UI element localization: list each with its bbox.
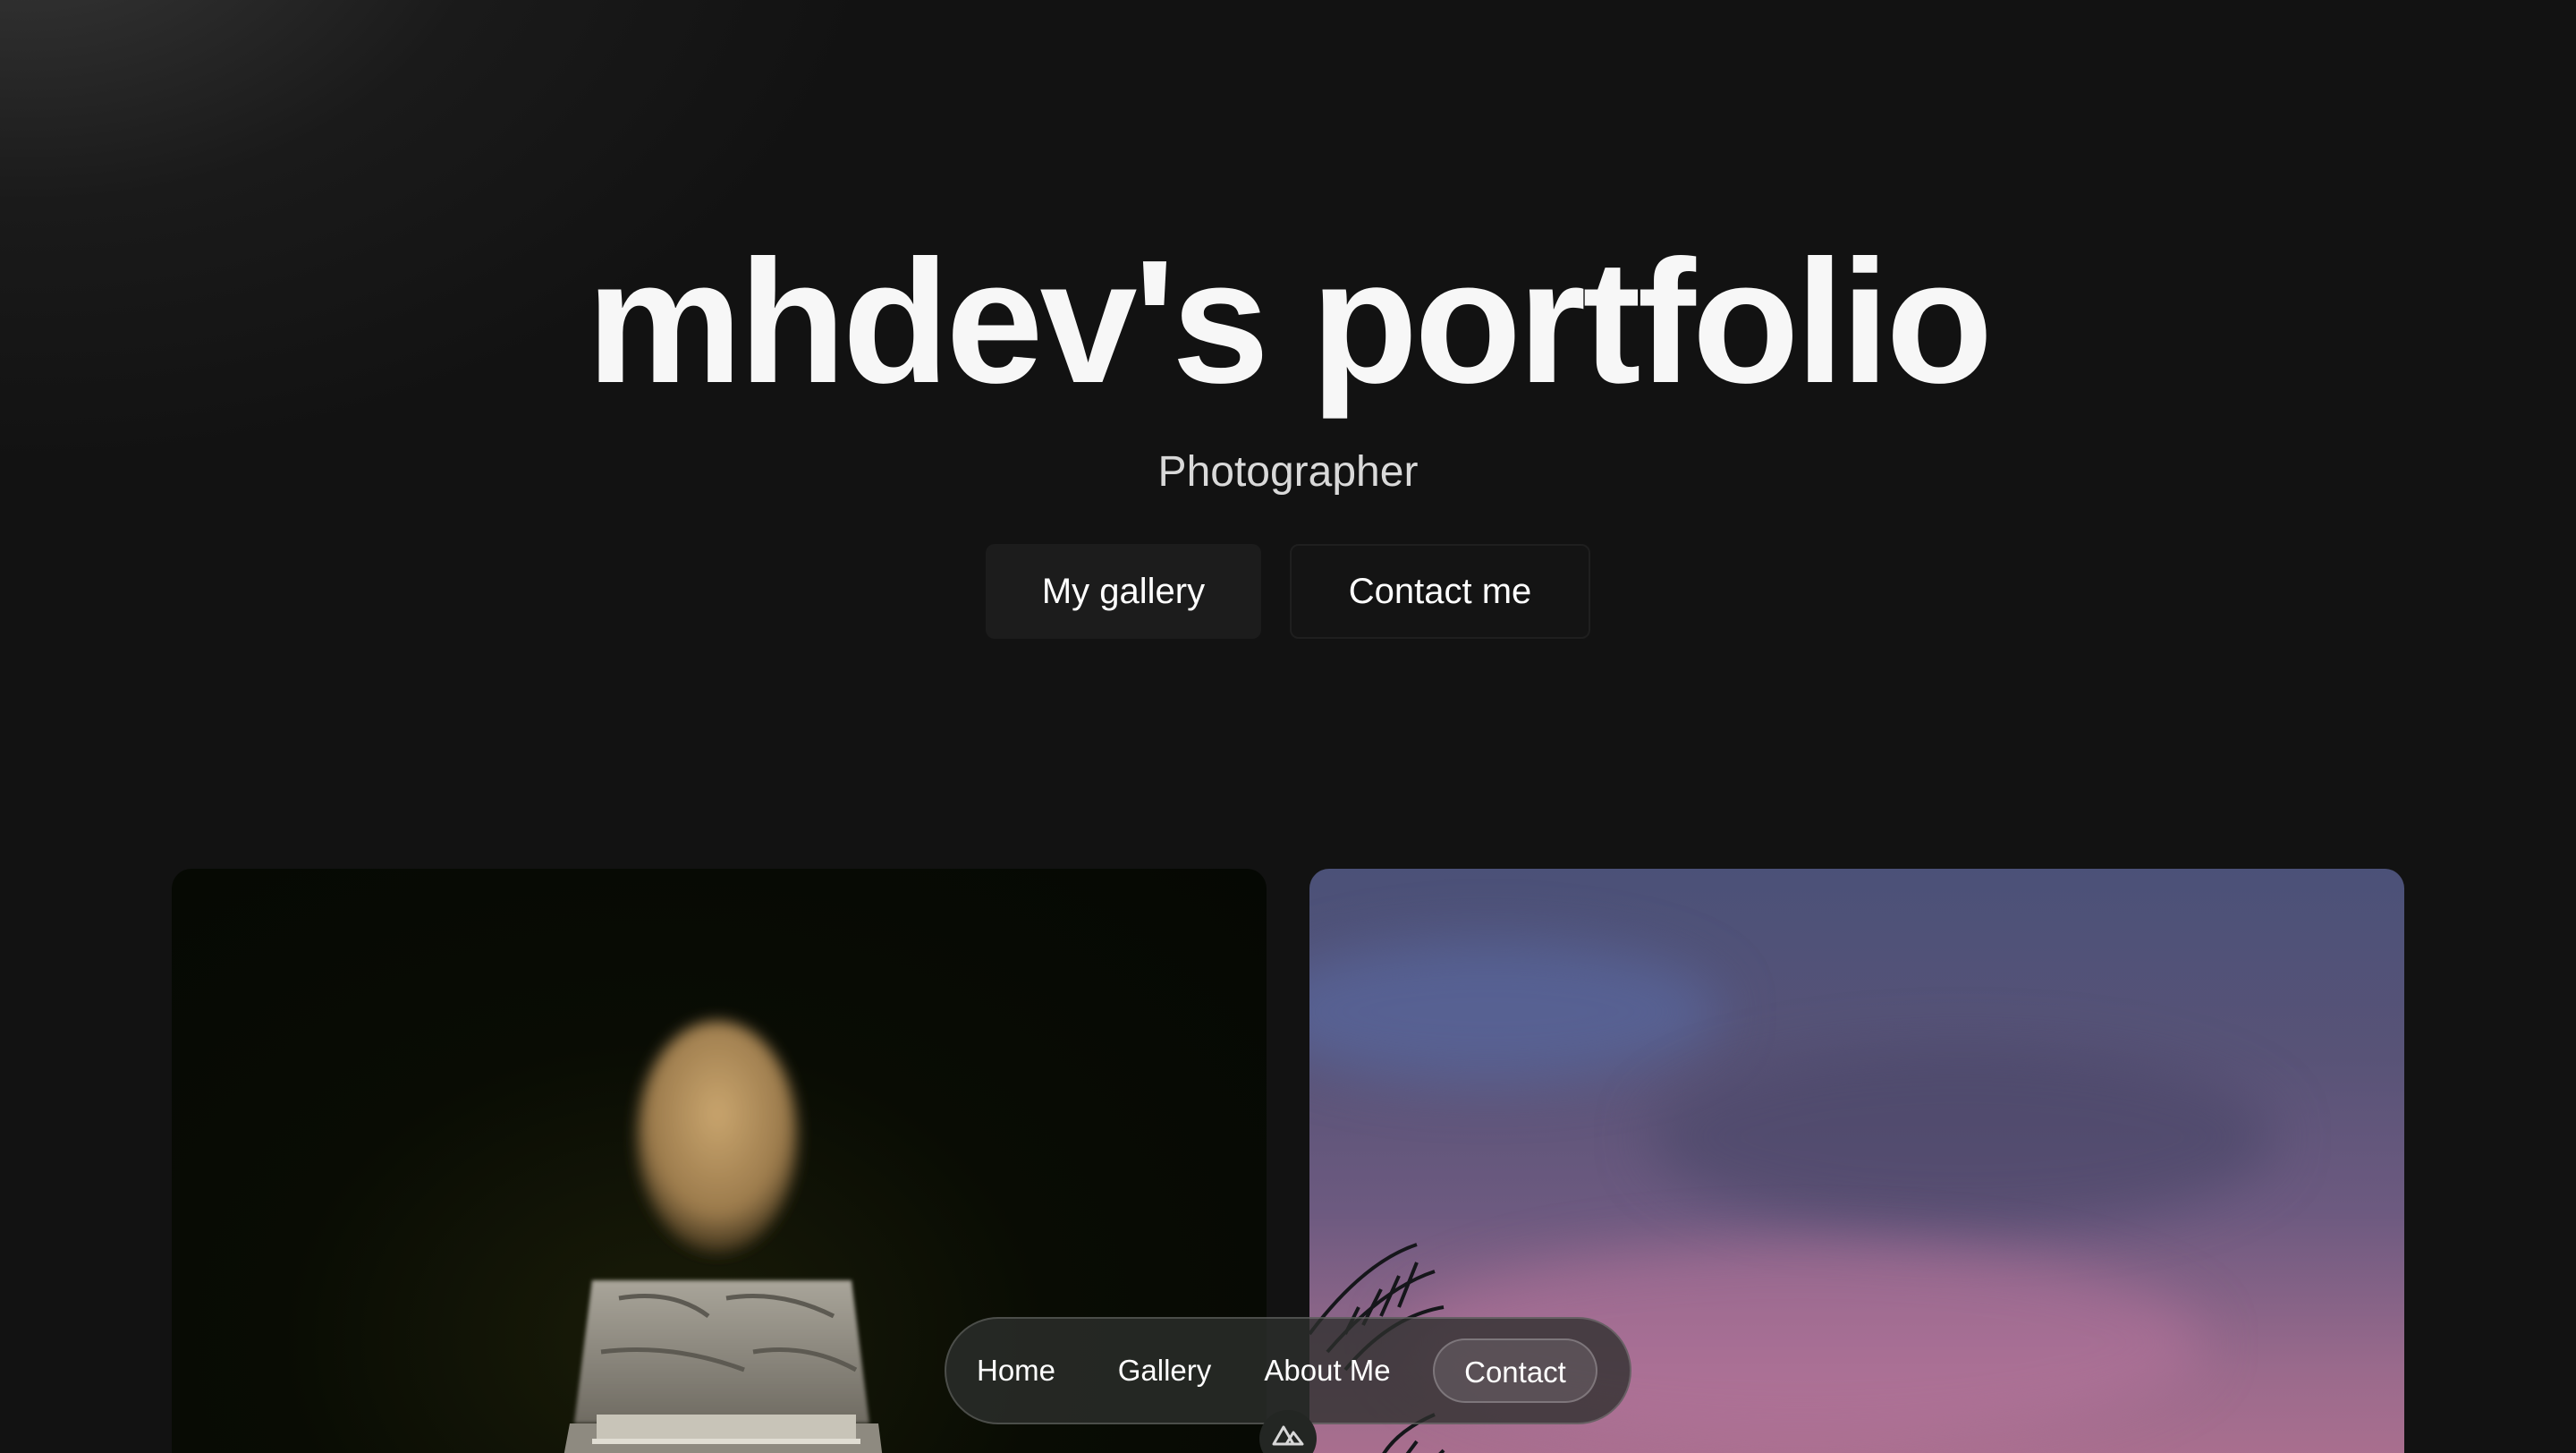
page-title: mhdev's portfolio — [586, 224, 1993, 420]
page: mhdev's portfolio Photographer My galler… — [0, 0, 2576, 1453]
page-subtitle: Photographer — [1157, 448, 1419, 496]
contact-me-button[interactable]: Contact me — [1290, 544, 1590, 639]
floating-nav-bar: Home Gallery About Me Contact — [945, 1317, 1631, 1424]
nav-item-gallery[interactable]: Gallery — [1109, 1338, 1220, 1403]
nav-item-contact[interactable]: Contact — [1433, 1338, 1597, 1403]
nav-item-about-me[interactable]: About Me — [1252, 1338, 1402, 1403]
nuxt-logo-icon — [1272, 1425, 1304, 1446]
my-gallery-button[interactable]: My gallery — [986, 544, 1261, 639]
nav-item-home[interactable]: Home — [971, 1338, 1061, 1403]
